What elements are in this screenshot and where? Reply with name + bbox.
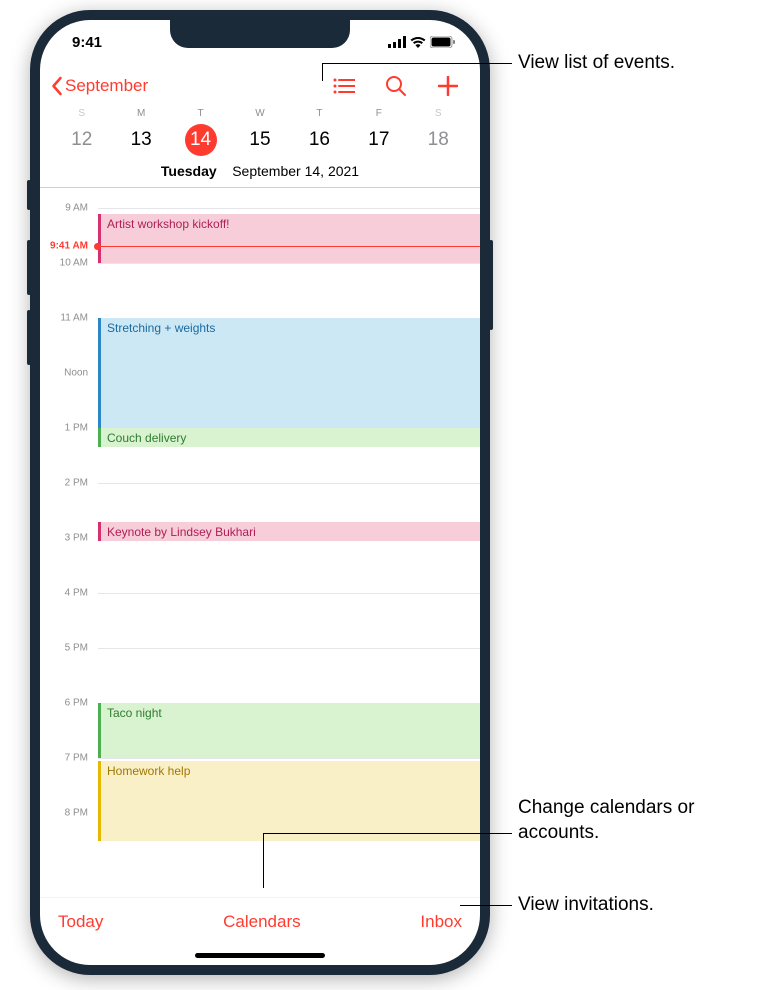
home-indicator[interactable] <box>40 945 480 965</box>
hour-label: 7 PM <box>40 753 94 764</box>
status-right <box>388 36 456 48</box>
hour-line <box>98 483 480 484</box>
power-button <box>489 240 493 330</box>
event[interactable]: Artist workshop kickoff! <box>98 214 480 264</box>
screen: 9:41 September <box>40 20 480 965</box>
hour-label: 1 PM <box>40 423 94 434</box>
day-17[interactable]: 17 <box>349 123 408 157</box>
back-button[interactable]: September <box>50 76 148 96</box>
hour-label: 2 PM <box>40 478 94 489</box>
event[interactable]: Couch delivery <box>98 428 480 447</box>
hour-line <box>98 263 480 264</box>
day-name: S <box>409 108 468 119</box>
hour-line <box>98 208 480 209</box>
phone-frame: 9:41 September <box>30 10 490 975</box>
day-name: W <box>230 108 289 119</box>
event[interactable]: Taco night <box>98 703 480 758</box>
day-name: T <box>171 108 230 119</box>
hour-label: 10 AM <box>40 258 94 269</box>
toolbar: Today Calendars Inbox <box>40 897 480 945</box>
hour-label: Noon <box>40 368 94 379</box>
hour-line <box>98 648 480 649</box>
hour-label: 8 PM <box>40 808 94 819</box>
notch <box>170 20 350 48</box>
date-label: Tuesday September 14, 2021 <box>40 157 480 188</box>
event[interactable]: Stretching + weights <box>98 318 480 428</box>
search-button[interactable] <box>384 74 408 98</box>
day-name: F <box>349 108 408 119</box>
today-button[interactable]: Today <box>58 912 103 932</box>
hour-line <box>98 593 480 594</box>
calendars-button[interactable]: Calendars <box>223 912 301 932</box>
add-button[interactable] <box>436 74 460 98</box>
mute-switch <box>27 180 31 210</box>
date-rest: September 14, 2021 <box>232 163 359 179</box>
list-icon <box>333 78 355 94</box>
timeline[interactable]: 9 AM 10 AM 11 AM Noon 1 PM 2 PM 3 PM 4 PM 5 PM 6 … <box>40 188 480 897</box>
status-time: 9:41 <box>72 34 102 51</box>
search-icon <box>386 76 406 96</box>
day-15[interactable]: 15 <box>230 123 289 157</box>
date-dow: Tuesday <box>161 163 217 179</box>
day-12[interactable]: 12 <box>52 123 111 157</box>
week-strip: SMTWTFS 12131415161718 <box>40 108 480 157</box>
event[interactable]: Keynote by Lindsey Bukhari <box>98 522 480 541</box>
day-18[interactable]: 18 <box>409 123 468 157</box>
cellular-icon <box>388 36 406 48</box>
volume-down <box>27 310 31 365</box>
back-label: September <box>65 76 148 96</box>
hour-label: 3 PM <box>40 533 94 544</box>
day-14[interactable]: 14 <box>171 123 230 157</box>
list-view-button[interactable] <box>332 74 356 98</box>
day-name: T <box>290 108 349 119</box>
wifi-icon <box>410 36 426 48</box>
hour-label: 11 AM <box>40 313 94 324</box>
hour-label: 5 PM <box>40 643 94 654</box>
now-label: 9:41 AM <box>40 240 94 251</box>
day-name: M <box>111 108 170 119</box>
callout-inbox: View invitations. <box>518 893 654 918</box>
day-16[interactable]: 16 <box>290 123 349 157</box>
volume-up <box>27 240 31 295</box>
battery-icon <box>430 36 456 48</box>
plus-icon <box>438 76 458 96</box>
day-name: S <box>52 108 111 119</box>
day-13[interactable]: 13 <box>111 123 170 157</box>
hour-label: 4 PM <box>40 588 94 599</box>
now-line <box>98 246 480 247</box>
hour-label: 9 AM <box>40 203 94 214</box>
inbox-button[interactable]: Inbox <box>420 912 462 932</box>
chevron-left-icon <box>50 76 63 96</box>
callout-list: View list of events. <box>518 51 675 76</box>
hour-line <box>98 758 480 759</box>
hour-label: 6 PM <box>40 698 94 709</box>
event[interactable]: Homework help <box>98 761 480 841</box>
callout-calendars: Change calendars or accounts. <box>518 796 774 845</box>
nav-bar: September <box>40 64 480 108</box>
